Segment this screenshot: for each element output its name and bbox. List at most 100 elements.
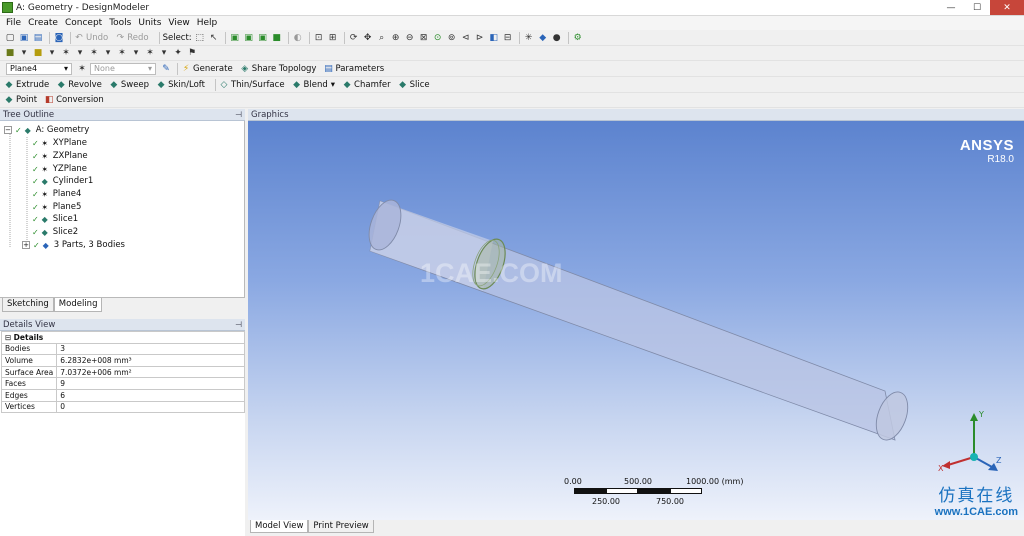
open-icon[interactable]: ▣ <box>18 32 30 44</box>
select-point-icon[interactable]: ▣ <box>229 32 241 44</box>
menu-create[interactable]: Create <box>28 18 58 28</box>
plane-select[interactable]: Plane4 ▾ <box>6 62 72 75</box>
zoom-out-icon[interactable]: ⊖ <box>404 32 416 44</box>
share-topology-button[interactable]: ◈ Share Topology <box>240 64 316 74</box>
box-select-icon[interactable]: ⊡ <box>313 32 325 44</box>
table-row[interactable]: Surface Area 7.0372e+006 mm² <box>0 365 245 379</box>
slice-button[interactable]: ◆ Slice <box>398 80 430 90</box>
tab-modeling[interactable]: Modeling <box>53 298 103 312</box>
details-section-row[interactable]: ⊟ Details <box>1 331 245 344</box>
select-edge-icon[interactable]: ▣ <box>243 32 255 44</box>
menu-view[interactable]: View <box>168 18 189 28</box>
point-display-icon[interactable]: ● <box>551 32 563 44</box>
parameters-button[interactable]: ▤ Parameters <box>323 64 384 74</box>
tree-item-yzplane[interactable]: ✓ ✶ YZPlane <box>32 163 87 175</box>
display-model-icon[interactable]: ◆ <box>537 32 549 44</box>
select-all-icon[interactable]: ⊞ <box>327 32 339 44</box>
minimize-button[interactable]: — <box>938 0 964 15</box>
flag-icon[interactable]: ⚑ <box>186 47 198 59</box>
table-row[interactable]: Volume 6.2832e+008 mm³ <box>0 354 245 367</box>
skin-loft-button[interactable]: ◆ Skin/Loft <box>156 80 205 90</box>
dropdown-arrow-icon[interactable]: ▾ <box>102 47 114 59</box>
axis-triad[interactable]: Y X Z <box>936 405 1006 475</box>
iso-view-icon[interactable]: ◧ <box>488 32 500 44</box>
point-button[interactable]: ◆ Point <box>4 95 38 105</box>
plane-axis-icon[interactable]: ✶ <box>144 47 156 59</box>
new-plane-button-icon[interactable]: ✶ <box>76 63 88 75</box>
redo-button[interactable]: ↷ Redo <box>115 33 148 43</box>
dropdown-arrow-icon[interactable]: ▾ <box>46 47 58 59</box>
tab-print-preview[interactable]: Print Preview <box>308 520 374 533</box>
generate-button[interactable]: ⚡ Generate <box>181 64 233 74</box>
display-icon[interactable]: ⊟ <box>502 32 514 44</box>
menu-concept[interactable]: Concept <box>65 18 102 28</box>
look-at-icon[interactable]: ✶ <box>116 47 128 59</box>
new-sketch-icon[interactable]: ✶ <box>88 47 100 59</box>
save-icon[interactable]: ▤ <box>32 32 44 44</box>
box-zoom-icon[interactable]: ⊠ <box>418 32 430 44</box>
dropdown-arrow-icon[interactable]: ▾ <box>18 47 30 59</box>
dropdown-arrow-icon[interactable]: ▾ <box>130 47 142 59</box>
close-button[interactable]: ✕ <box>990 0 1024 15</box>
dropdown-arrow-icon[interactable]: ▾ <box>74 47 86 59</box>
rotate-icon[interactable]: ⟳ <box>348 32 360 44</box>
table-row[interactable]: Faces 9 <box>0 377 245 390</box>
tree-item-plane4[interactable]: ✓ ✶ Plane4 <box>32 188 81 200</box>
triad-icon[interactable]: ✳ <box>523 32 535 44</box>
pan-icon[interactable]: ✥ <box>362 32 374 44</box>
pin-icon[interactable]: ⊣ <box>235 109 242 121</box>
previous-view-icon[interactable]: ⊲ <box>460 32 472 44</box>
zoom-in-icon[interactable]: ⊕ <box>390 32 402 44</box>
sweep-button[interactable]: ◆ Sweep <box>109 80 149 90</box>
pin-icon[interactable]: ⊣ <box>235 319 242 331</box>
select-filter-icon[interactable]: ↖ <box>208 32 220 44</box>
point-tool-icon[interactable]: ✦ <box>172 47 184 59</box>
dropdown-arrow-icon[interactable]: ▾ <box>158 47 170 59</box>
sketch-select[interactable]: None ▾ <box>90 62 156 75</box>
tree-item-slice1[interactable]: ✓ ◆ Slice1 <box>32 213 78 225</box>
tree-item-xyplane[interactable]: ✓ ✶ XYPlane <box>32 137 87 149</box>
table-row[interactable]: Edges 6 <box>0 388 245 402</box>
new-icon[interactable]: ▢ <box>4 32 16 44</box>
menu-file[interactable]: File <box>6 18 21 28</box>
conversion-button[interactable]: ◧ Conversion <box>44 95 104 105</box>
menu-tools[interactable]: Tools <box>109 18 131 28</box>
help-icon[interactable]: ⚙ <box>572 32 584 44</box>
undo-button[interactable]: ↶ Undo <box>74 33 108 43</box>
select-body-icon[interactable]: ■ <box>271 32 283 44</box>
maximize-button[interactable]: ☐ <box>964 0 990 15</box>
tree-root[interactable]: − ✓ ◆ A: Geometry <box>4 124 89 136</box>
screenshot-icon[interactable]: ◙ <box>53 32 65 44</box>
tab-sketching[interactable]: Sketching <box>2 298 54 312</box>
zoom-fit-icon[interactable]: ⊙ <box>432 32 444 44</box>
menu-units[interactable]: Units <box>138 18 161 28</box>
extrude-button[interactable]: ◆ Extrude <box>4 80 50 90</box>
expand-icon[interactable]: + <box>22 241 30 249</box>
revolve-button[interactable]: ◆ Revolve <box>56 80 102 90</box>
new-sketch-button-icon[interactable]: ✎ <box>160 63 172 75</box>
zoom-icon[interactable]: ⌕ <box>376 32 388 44</box>
tab-model-view[interactable]: Model View <box>250 520 309 533</box>
thin-surface-button[interactable]: ◇ Thin/Surface <box>219 80 285 90</box>
new-plane-icon[interactable]: ✶ <box>60 47 72 59</box>
select-mode-icon[interactable]: ⬚ <box>194 32 206 44</box>
table-row[interactable]: Vertices 0 <box>0 400 245 414</box>
next-view-icon[interactable]: ⊳ <box>474 32 486 44</box>
body-color-icon[interactable]: ■ <box>32 47 44 59</box>
extend-selection-icon[interactable]: ◐ <box>292 32 304 44</box>
tree-item-slice2[interactable]: ✓ ◆ Slice2 <box>32 226 78 238</box>
select-face-icon[interactable]: ▣ <box>257 32 269 44</box>
plane-color-icon[interactable]: ■ <box>4 47 16 59</box>
collapse-icon[interactable]: − <box>4 126 12 134</box>
tree-item-parts[interactable]: + ✓ ◆ 3 Parts, 3 Bodies <box>22 239 125 251</box>
magnifier-icon[interactable]: ⊚ <box>446 32 458 44</box>
tree-item-cylinder1[interactable]: ✓ ◆ Cylinder1 <box>32 175 93 187</box>
table-row[interactable]: Bodies 3 <box>0 342 245 356</box>
model-canvas[interactable]: 1CAE.COM <box>248 121 1024 520</box>
tree-item-plane5[interactable]: ✓ ✶ Plane5 <box>32 201 81 213</box>
graphics-viewport[interactable]: 1CAE.COM ANSYS R18.0 0.00 500.00 1000.00… <box>248 121 1024 520</box>
menu-help[interactable]: Help <box>197 18 218 28</box>
blend-button[interactable]: ◆ Blend ▾ <box>292 80 335 90</box>
tree-item-zxplane[interactable]: ✓ ✶ ZXPlane <box>32 150 88 162</box>
chamfer-button[interactable]: ◆ Chamfer <box>342 80 391 90</box>
